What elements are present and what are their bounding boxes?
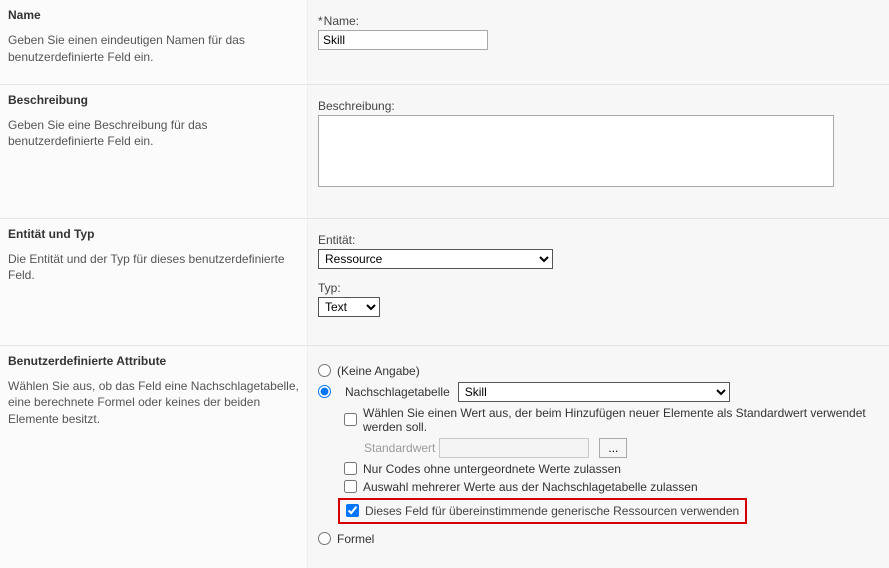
section-attributes-desc: Wählen Sie aus, ob das Feld eine Nachsch… xyxy=(8,378,299,428)
check-codes-row: Nur Codes ohne untergeordnete Werte zula… xyxy=(344,462,879,476)
type-label: Typ: xyxy=(318,281,879,295)
section-entity-desc: Die Entität und der Typ für dieses benut… xyxy=(8,251,299,285)
section-description-left: Beschreibung Geben Sie eine Beschreibung… xyxy=(0,85,308,218)
checkbox-codes[interactable] xyxy=(344,462,357,475)
section-description-desc: Geben Sie eine Beschreibung für das benu… xyxy=(8,117,299,151)
section-name-title: Name xyxy=(8,8,299,22)
required-star: * xyxy=(318,14,323,28)
section-description-right: Beschreibung: xyxy=(308,85,889,218)
radio-none-label: (Keine Angabe) xyxy=(337,364,420,378)
section-attributes: Benutzerdefinierte Attribute Wählen Sie … xyxy=(0,346,889,568)
standard-value-browse-button[interactable]: ... xyxy=(599,438,627,458)
name-label-text: Name: xyxy=(324,14,359,28)
section-entity-left: Entität und Typ Die Entität und der Typ … xyxy=(0,219,308,345)
section-attributes-title: Benutzerdefinierte Attribute xyxy=(8,354,299,368)
highlight-generic-resources: Dieses Feld für übereinstimmende generis… xyxy=(338,498,747,524)
standard-value-label: Standardwert xyxy=(364,441,435,455)
checkbox-default-label: Wählen Sie einen Wert aus, der beim Hinz… xyxy=(363,406,879,434)
radio-formula[interactable] xyxy=(318,532,331,545)
section-description: Beschreibung Geben Sie eine Beschreibung… xyxy=(0,85,889,219)
lookup-select[interactable]: Skill xyxy=(458,382,730,402)
radio-lookup-label: Nachschlagetabelle xyxy=(345,385,450,399)
radio-lookup[interactable] xyxy=(318,385,331,398)
section-attributes-left: Benutzerdefinierte Attribute Wählen Sie … xyxy=(0,346,308,568)
checkbox-codes-label: Nur Codes ohne untergeordnete Werte zula… xyxy=(363,462,621,476)
entity-label: Entität: xyxy=(318,233,879,247)
radio-none[interactable] xyxy=(318,364,331,377)
entity-select[interactable]: Ressource xyxy=(318,249,553,269)
name-input[interactable] xyxy=(318,30,488,50)
radio-none-row: (Keine Angabe) xyxy=(318,364,879,378)
section-attributes-right: (Keine Angabe) Nachschlagetabelle Skill … xyxy=(308,346,889,568)
radio-formula-label: Formel xyxy=(337,532,374,546)
standard-value-row: Standardwert ... xyxy=(364,438,879,458)
section-entity-type: Entität und Typ Die Entität und der Typ … xyxy=(0,219,889,346)
section-name: Name Geben Sie einen eindeutigen Namen f… xyxy=(0,0,889,85)
section-description-title: Beschreibung xyxy=(8,93,299,107)
section-name-right: *Name: xyxy=(308,0,889,84)
section-name-left: Name Geben Sie einen eindeutigen Namen f… xyxy=(0,0,308,84)
radio-lookup-row: Nachschlagetabelle Skill xyxy=(318,382,879,402)
description-textarea[interactable] xyxy=(318,115,834,187)
check-default-row: Wählen Sie einen Wert aus, der beim Hinz… xyxy=(344,406,879,434)
check-multi-row: Auswahl mehrerer Werte aus der Nachschla… xyxy=(344,480,879,494)
radio-formula-row: Formel xyxy=(318,532,879,546)
checkbox-generic[interactable] xyxy=(346,504,359,517)
check-generic-wrapper: Dieses Feld für übereinstimmende generis… xyxy=(338,498,879,524)
standard-value-input xyxy=(439,438,589,458)
name-field-label: *Name: xyxy=(318,14,879,28)
type-select[interactable]: Text xyxy=(318,297,380,317)
checkbox-generic-label: Dieses Feld für übereinstimmende generis… xyxy=(365,504,739,518)
description-field-label: Beschreibung: xyxy=(318,99,879,113)
checkbox-multi-label: Auswahl mehrerer Werte aus der Nachschla… xyxy=(363,480,698,494)
checkbox-default[interactable] xyxy=(344,413,357,426)
section-name-desc: Geben Sie einen eindeutigen Namen für da… xyxy=(8,32,299,66)
checkbox-multi[interactable] xyxy=(344,480,357,493)
section-entity-title: Entität und Typ xyxy=(8,227,299,241)
section-entity-right: Entität: Ressource Typ: Text xyxy=(308,219,889,345)
